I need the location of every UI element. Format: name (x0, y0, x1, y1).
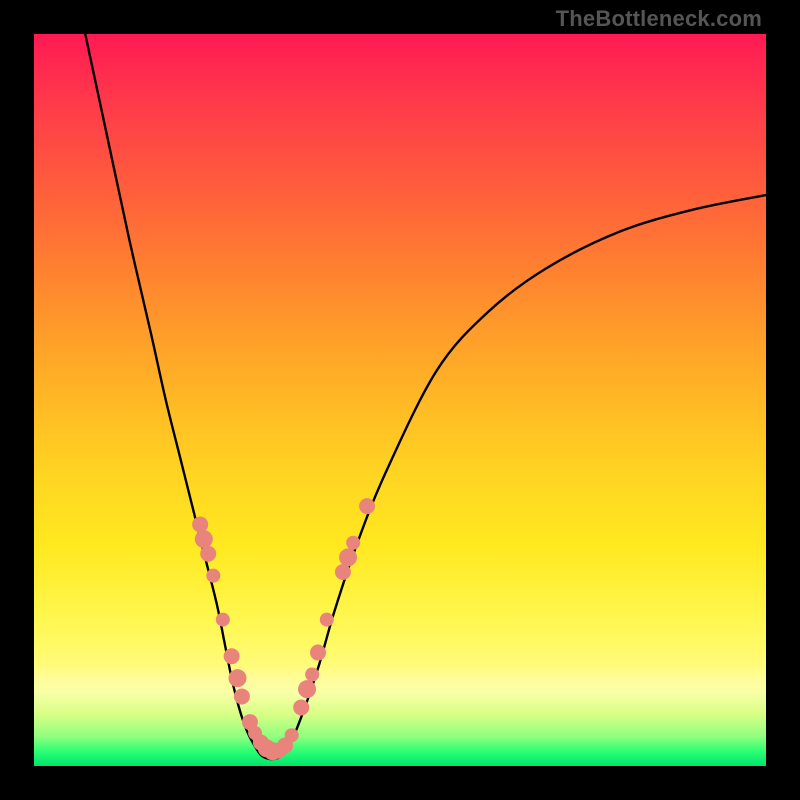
marker-dot (359, 498, 375, 514)
chart-plot-area (34, 34, 766, 766)
marker-dot (293, 699, 309, 715)
marker-dot (234, 688, 250, 704)
chart-lines (85, 34, 766, 759)
bottleneck-curve (85, 34, 766, 759)
marker-dot (339, 548, 357, 566)
marker-dot (310, 645, 326, 661)
marker-dot (224, 648, 240, 664)
marker-dot (228, 669, 246, 687)
marker-dot (200, 546, 216, 562)
watermark-text: TheBottleneck.com (556, 6, 762, 32)
marker-dot (195, 530, 213, 548)
marker-dot (320, 613, 334, 627)
marker-dot (298, 680, 316, 698)
marker-dot (335, 564, 351, 580)
marker-dot (206, 569, 220, 583)
chart-markers (192, 498, 375, 760)
chart-svg (34, 34, 766, 766)
marker-dot (216, 613, 230, 627)
marker-dot (192, 516, 208, 532)
marker-dot (346, 536, 360, 550)
marker-dot (305, 668, 319, 682)
marker-dot (285, 728, 299, 742)
